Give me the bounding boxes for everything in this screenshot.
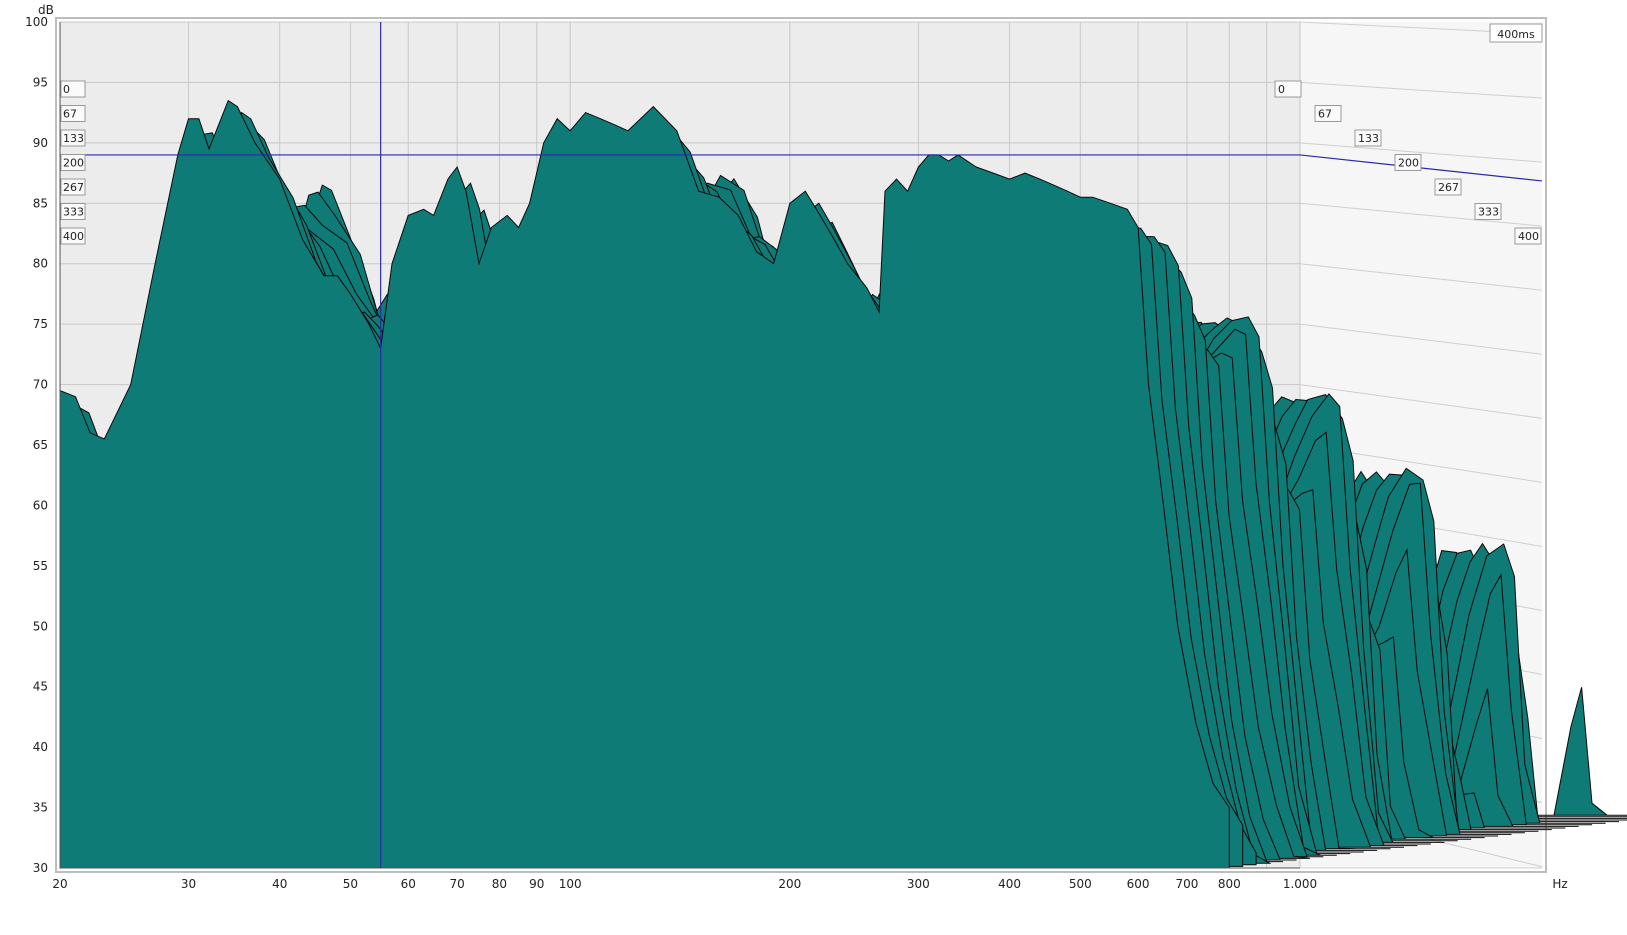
y-tick-label: 55 (33, 559, 48, 573)
time-tick-label-left: 200 (63, 157, 84, 170)
y-tick-label: 85 (33, 196, 48, 210)
y-tick-label: 60 (33, 498, 48, 512)
time-tick-label-left: 333 (63, 206, 84, 219)
x-unit-label: Hz (1552, 877, 1567, 891)
x-tick-label: 300 (907, 877, 930, 891)
waterfall-slice-0 (60, 101, 1229, 868)
time-tick-label-right: 0 (1278, 83, 1285, 96)
y-tick-label: 75 (33, 317, 48, 331)
x-tick-label: 40 (272, 877, 287, 891)
y-tick-label: 80 (33, 257, 48, 271)
x-tick-label: 600 (1127, 877, 1150, 891)
x-tick-label: 80 (492, 877, 507, 891)
time-tick-label-right: 400 (1518, 230, 1539, 243)
time-tick-label-left: 267 (63, 181, 84, 194)
waterfall-chart: 100 95 90 85 80 75 70 65 60 55 50 45 40 35 30 20 30 40 50 6… (0, 0, 1627, 931)
y-tick-label: 45 (33, 680, 48, 694)
time-tick-label-right: 267 (1438, 181, 1459, 194)
y-tick-label: 35 (33, 801, 48, 815)
y-tick-label: 65 (33, 438, 48, 452)
y-tick-label: 50 (33, 619, 48, 633)
time-tick-label-left: 0 (63, 83, 70, 96)
time-tick-label-right: 200 (1398, 157, 1419, 170)
x-tick-label: 30 (181, 877, 196, 891)
y-unit-label: dB (38, 3, 54, 17)
x-tick-label: 90 (529, 877, 544, 891)
time-tick-label-left: 400 (63, 230, 84, 243)
time-tick-label-left: 133 (63, 132, 84, 145)
x-tick-label: 50 (343, 877, 358, 891)
time-tick-label-right: 333 (1478, 206, 1499, 219)
x-tick-label: 800 (1218, 877, 1241, 891)
x-tick-label: 20 (52, 877, 67, 891)
x-tick-label: 100 (559, 877, 582, 891)
y-tick-label: 95 (33, 75, 48, 89)
x-tick-label: 400 (998, 877, 1021, 891)
x-tick-label: 200 (778, 877, 801, 891)
time-tick-label-left: 67 (63, 108, 77, 121)
time-tick-label-right: 133 (1358, 132, 1379, 145)
time-range-text: 400ms (1497, 28, 1535, 41)
time-tick-label-right: 67 (1318, 108, 1332, 121)
x-tick-label: 1.000 (1283, 877, 1317, 891)
x-tick-label: 700 (1175, 877, 1198, 891)
y-tick-label: 100 (25, 15, 48, 29)
y-tick-label: 70 (33, 378, 48, 392)
y-tick-label: 30 (33, 861, 48, 875)
y-tick-label: 40 (33, 740, 48, 754)
x-tick-label: 500 (1069, 877, 1092, 891)
x-tick-label: 60 (401, 877, 416, 891)
waterfall-chart-svg: 100 95 90 85 80 75 70 65 60 55 50 45 40 35 30 20 30 40 50 6… (0, 0, 1627, 931)
y-tick-label: 90 (33, 136, 48, 150)
x-tick-label: 70 (449, 877, 464, 891)
